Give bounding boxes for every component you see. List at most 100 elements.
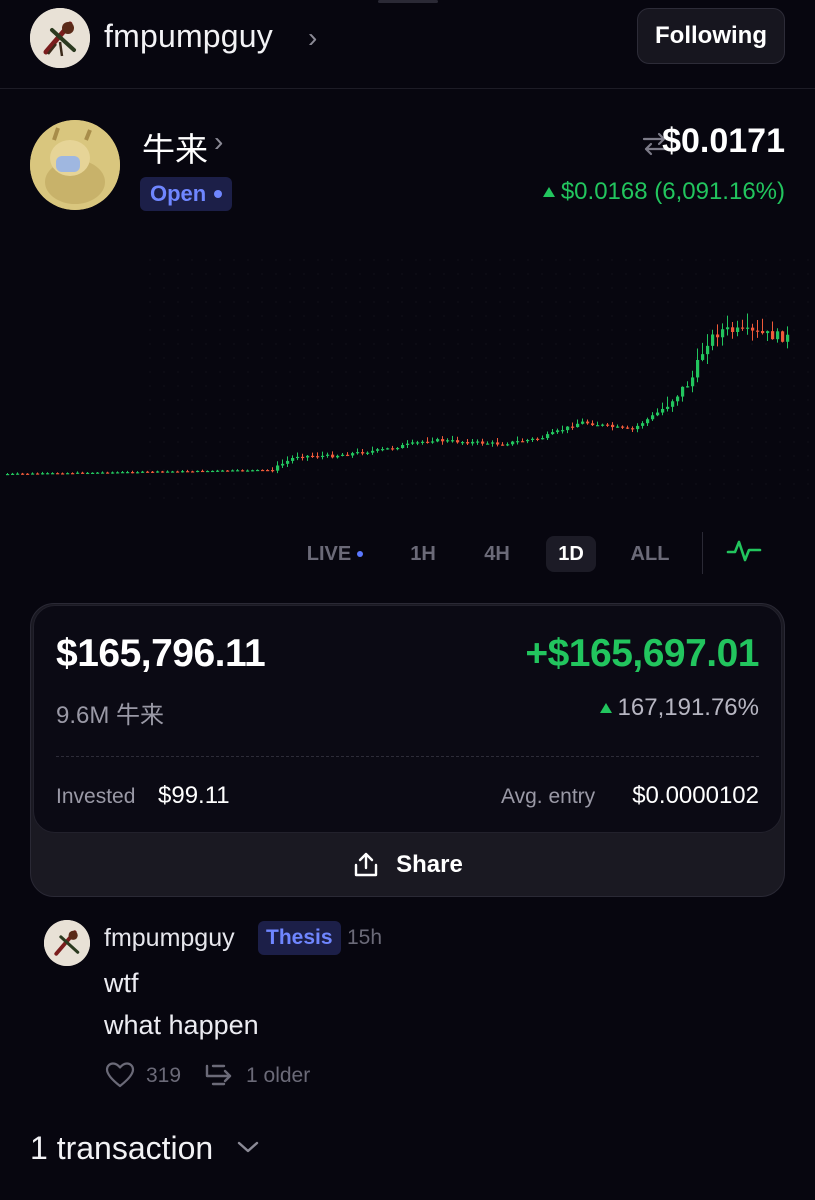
candle-body [566,426,570,431]
candle-body [416,442,420,444]
candle-body [151,471,155,473]
header-divider [0,88,815,89]
profile-username[interactable]: fmpumpguy [104,18,273,55]
candle-body [71,473,75,475]
candle-body [51,473,55,475]
candle-body [531,438,535,440]
candle-body [471,441,475,444]
token-name[interactable]: 牛来 [142,123,208,171]
candle-body [561,430,565,432]
timeframe-1h[interactable]: 1H [400,536,446,572]
candle-body [216,470,220,472]
candle-body [211,470,215,473]
candle-body [726,327,730,330]
candle-body [36,473,40,475]
candle-body [166,471,170,473]
candle-body [351,453,355,456]
candle-body [556,430,560,433]
invested-value: $99.11 [158,782,230,809]
candle-body [601,424,605,426]
transactions-toggle[interactable]: 1 transaction [30,1130,213,1167]
candle-body [6,473,10,476]
chevron-right-icon[interactable]: › [308,22,317,54]
candle-body [301,456,305,459]
candle-body [651,415,655,420]
candle-body [671,401,675,407]
candle-body [496,442,500,445]
timeframe-all[interactable]: ALL [624,536,676,572]
candle-body [626,427,630,429]
candle-body [391,448,395,450]
share-label: Share [396,851,463,878]
candle-body [546,434,550,439]
candle-body [421,441,425,443]
heart-icon[interactable] [105,1061,135,1089]
candle-body [311,455,315,458]
candle-body [406,443,410,445]
up-arrow-icon [542,187,555,197]
price-change: $0.0168 (6,091.16%) [542,178,785,206]
candle-body [251,470,255,472]
candle-body [456,440,460,443]
reply-thread-icon[interactable] [204,1062,236,1090]
candle-body [691,377,695,387]
token-avatar[interactable] [30,120,120,210]
post-username[interactable]: fmpumpguy [104,924,235,953]
avg-entry-value: $0.0000102 [632,782,759,809]
candle-body [401,444,405,449]
timeframe-4h[interactable]: 4H [474,536,520,572]
share-button[interactable]: Share [30,834,785,896]
candle-body [161,471,165,473]
candlestick-chart[interactable] [0,230,815,520]
candle-body [76,472,80,474]
candle-body [746,327,750,329]
timeframe-divider [702,532,703,574]
status-label: Open [150,181,207,206]
candle-body [681,386,685,397]
candle-body [66,473,70,475]
candle-body [141,471,145,473]
candle-body [446,440,450,442]
candle-body [316,456,320,458]
candle-body [411,442,415,444]
candle-body [501,444,505,446]
timeframe-live[interactable]: LIVE [300,536,370,572]
candle-body [666,406,670,409]
candle-body [706,345,710,355]
candle-body [176,471,180,473]
user-avatar[interactable] [30,8,90,68]
candle-body [451,440,455,442]
candle-body [506,444,510,446]
candle-body [426,441,430,443]
timeframe-1d[interactable]: 1D [546,536,596,572]
candle-body [331,454,335,458]
position-holdings: 9.6M 牛来 [56,702,165,729]
older-replies-link[interactable]: 1 older [246,1064,310,1088]
candle-body [481,441,485,444]
status-dot-icon [214,190,223,198]
candle-body [41,473,45,475]
candle-body [111,472,115,474]
candle-body [641,423,645,426]
avg-entry-label: Avg. entry [501,785,596,808]
chevron-down-icon[interactable] [236,1138,260,1156]
candle-body [11,473,15,475]
candle-body [731,327,735,333]
candle-body [21,473,25,475]
candle-body [676,396,680,402]
candle-body [701,354,705,360]
candle-body [61,473,65,475]
candle-body [256,469,260,472]
candle-body [466,442,470,444]
candle-body [586,421,590,424]
chart-type-icon[interactable] [726,536,762,566]
candle-body [281,463,285,466]
candle-body [616,426,620,428]
candle-body [261,469,265,472]
candle-body [201,470,205,473]
candle-body [321,455,325,458]
following-button[interactable]: Following [637,8,785,64]
candle-body [771,331,775,340]
chevron-right-icon[interactable]: › [214,126,223,158]
post-avatar[interactable] [44,920,90,966]
